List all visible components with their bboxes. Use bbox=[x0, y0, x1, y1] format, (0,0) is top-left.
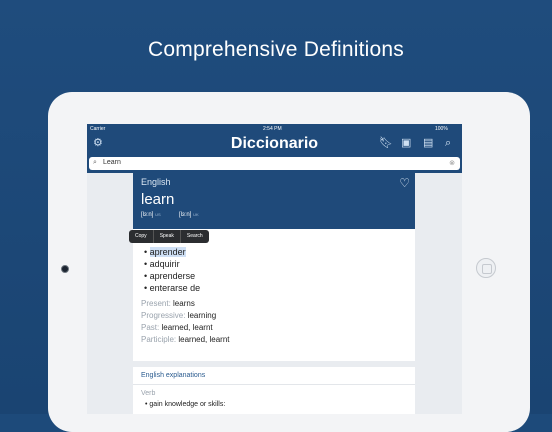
clock: 2:54 PM bbox=[263, 126, 282, 132]
explanations-header: English explanations bbox=[141, 372, 206, 379]
list-item[interactable]: • aprenderse bbox=[144, 271, 200, 283]
menu-search[interactable]: Search bbox=[181, 230, 209, 243]
list-item[interactable]: • adquirir bbox=[144, 259, 200, 271]
book-icon[interactable]: ▤ bbox=[423, 138, 433, 149]
entry-card: English learn [lɜːn] US [lɜːn] UK ♡ Copy… bbox=[129, 173, 415, 361]
flashcards-icon[interactable]: ▣ bbox=[401, 138, 411, 149]
search-value: Learn bbox=[103, 159, 121, 166]
translations-list: • aprender • adquirir • aprenderse • ent… bbox=[144, 247, 200, 295]
battery-label: 100% bbox=[435, 126, 448, 132]
menu-copy[interactable]: Copy bbox=[129, 230, 154, 243]
home-button[interactable] bbox=[476, 258, 496, 278]
language-label: English bbox=[141, 177, 171, 187]
search-input[interactable]: ⌕ Learn ⊗ bbox=[89, 157, 460, 170]
carrier-label: Carrier bbox=[90, 126, 106, 132]
clear-icon[interactable]: ⊗ bbox=[449, 159, 455, 167]
part-of-speech: Verb bbox=[141, 390, 156, 397]
search-bar: ⌕ Learn ⊗ bbox=[87, 155, 462, 173]
pronunciation-us[interactable]: [lɜːn] US bbox=[141, 212, 161, 218]
list-item[interactable]: • aprender bbox=[144, 247, 200, 259]
headline: Comprehensive Definitions bbox=[148, 38, 404, 61]
explanations-card: English explanations Verb • gain knowled… bbox=[133, 367, 415, 414]
status-bar: Carrier 2:54 PM 100% bbox=[87, 124, 462, 133]
divider bbox=[133, 384, 415, 385]
bookmark-icon[interactable]: 🔖︎ bbox=[379, 138, 393, 149]
list-item[interactable]: • enterarse de bbox=[144, 283, 200, 295]
headword: learn bbox=[141, 191, 175, 208]
pronunciation-uk[interactable]: [lɜːn] UK bbox=[179, 212, 199, 218]
menu-speak[interactable]: Speak bbox=[154, 230, 181, 243]
search-icon[interactable]: ⌕ bbox=[445, 138, 451, 149]
camera-icon bbox=[61, 265, 69, 273]
verb-forms: Present: learns Progressive: learning Pa… bbox=[141, 299, 230, 344]
definition: • gain knowledge or skills: bbox=[145, 401, 226, 408]
search-icon: ⌕ bbox=[93, 159, 97, 166]
nav-bar: ⚙ Diccionario 🔖︎ ▣ ▤ ⌕ bbox=[87, 133, 462, 155]
favorite-heart-icon[interactable]: ♡ bbox=[399, 176, 410, 190]
entry-header: English learn [lɜːn] US [lɜːn] UK ♡ bbox=[133, 173, 415, 229]
context-menu: Copy Speak Search bbox=[129, 230, 209, 243]
app-screen: Carrier 2:54 PM 100% ⚙ Diccionario 🔖︎ ▣ … bbox=[87, 124, 462, 414]
